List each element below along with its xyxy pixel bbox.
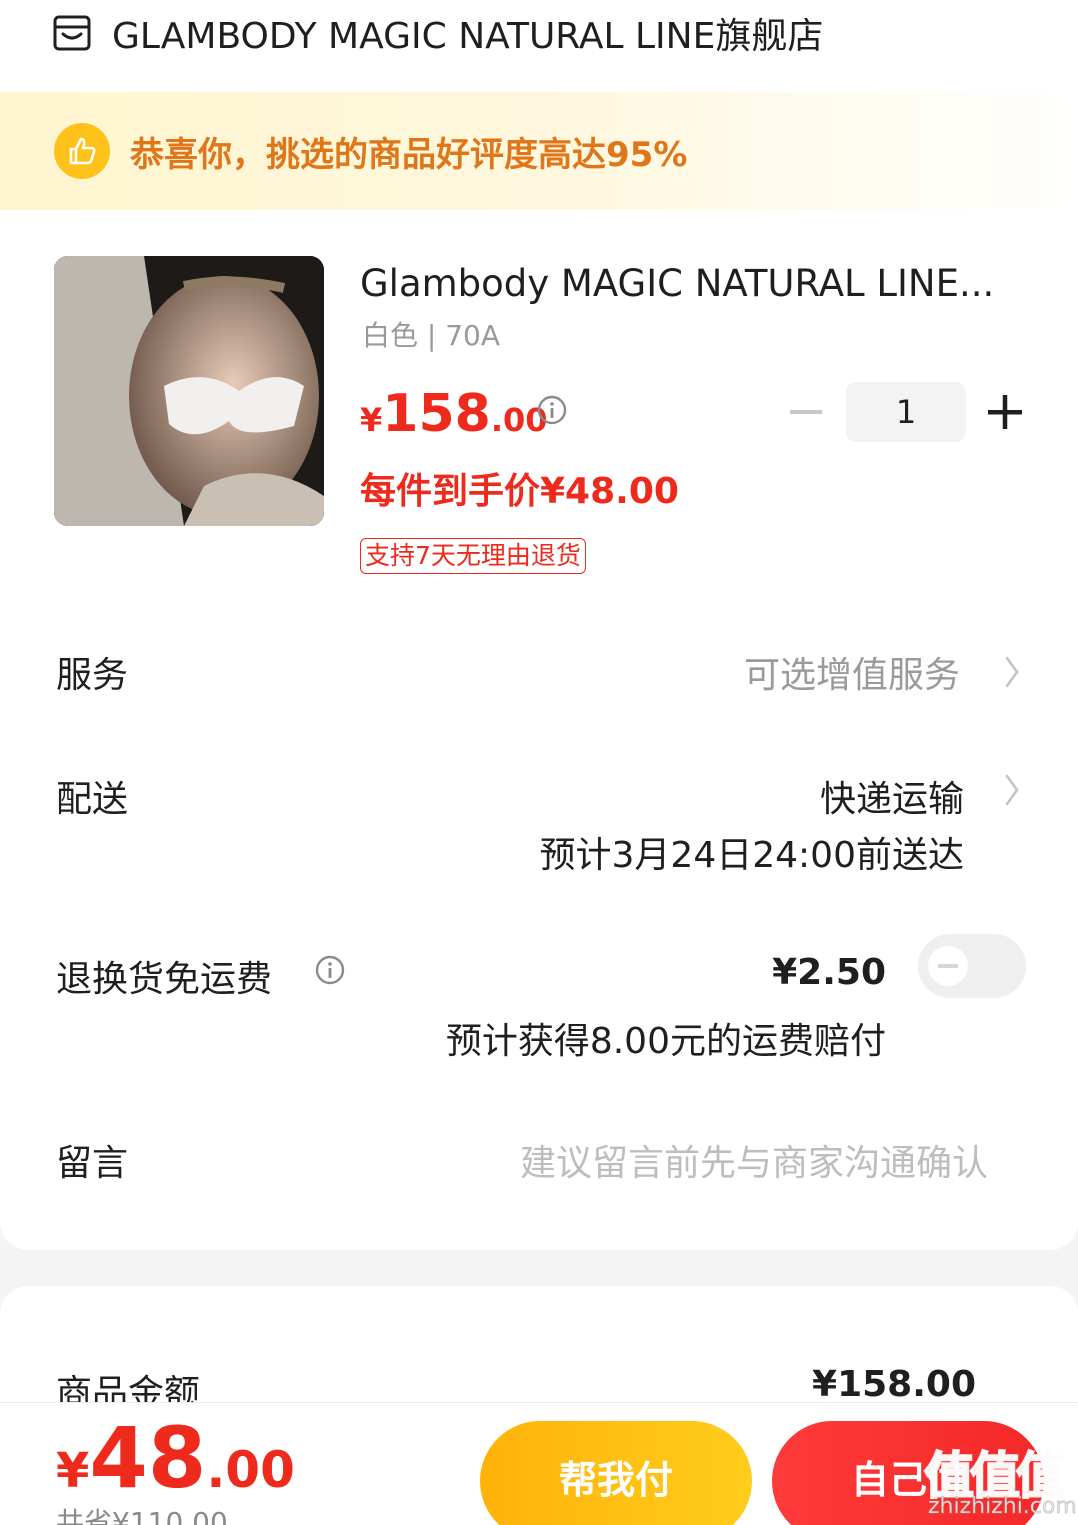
delivery-label: 配送: [56, 779, 129, 820]
rating-banner-text: 恭喜你，挑选的商品好评度高达95%: [130, 134, 688, 175]
net-price: 每件到手价¥48.00: [360, 471, 679, 512]
return-shipping-note: 预计获得8.00元的运费赔付: [445, 1021, 886, 1062]
total-integer: 48: [89, 1409, 207, 1507]
quantity-decrease-button[interactable]: [786, 396, 826, 428]
order-card: GLAMBODY MAGIC NATURAL LINE旗舰店 恭喜你，挑选的商品…: [0, 0, 1078, 1250]
return-shipping-label: 退换货免运费: [56, 959, 273, 1000]
product-image[interactable]: [54, 256, 324, 526]
chevron-right-icon[interactable]: [1002, 654, 1022, 690]
help-me-pay-button[interactable]: 帮我付: [480, 1421, 752, 1525]
return-shipping-price: ¥2.50: [772, 952, 886, 993]
quantity-increase-button[interactable]: [984, 392, 1026, 432]
total-decimal: .00: [206, 1441, 295, 1499]
total-price: ¥48.00: [56, 1409, 295, 1507]
thumbs-up-icon: [54, 123, 110, 179]
minus-icon: [790, 410, 822, 414]
return-shipping-toggle[interactable]: [918, 934, 1026, 998]
message-input[interactable]: 建议留言前先与商家沟通确认: [520, 1134, 988, 1186]
quantity-input[interactable]: 1: [846, 382, 966, 442]
return-policy-badge: 支持7天无理由退货: [360, 538, 586, 574]
delivery-method[interactable]: 快递运输: [820, 770, 964, 822]
product-spec[interactable]: 白色 | 70A: [362, 314, 500, 354]
toggle-knob: [928, 946, 968, 986]
service-label: 服务: [56, 655, 129, 696]
goods-amount-value: ¥158.00: [812, 1364, 976, 1405]
total-saved: 共省¥110.00: [56, 1506, 228, 1525]
delivery-eta: 预计3月24日24:00前送达: [539, 835, 964, 876]
rating-banner: 恭喜你，挑选的商品好评度高达95%: [0, 92, 1078, 210]
store-icon: [53, 15, 91, 51]
service-value[interactable]: 可选增值服务: [744, 646, 960, 698]
shop-name: GLAMBODY MAGIC NATURAL LINE旗舰店: [112, 16, 824, 57]
price-integer: 158: [382, 384, 491, 444]
price-info-icon[interactable]: [536, 394, 568, 426]
product-price: ¥158.00: [360, 384, 548, 444]
info-icon[interactable]: [314, 954, 346, 986]
chevron-right-icon[interactable]: [1002, 772, 1022, 808]
total-currency: ¥: [56, 1443, 90, 1499]
product-title[interactable]: Glambody MAGIC NATURAL LINE...: [360, 262, 1000, 305]
shop-header[interactable]: GLAMBODY MAGIC NATURAL LINE旗舰店: [52, 8, 823, 58]
checkout-bar: ¥48.00 共省¥110.00 帮我付 自己付: [0, 1402, 1078, 1525]
price-currency: ¥: [360, 401, 383, 439]
message-label: 留言: [56, 1143, 129, 1184]
watermark-url: zhizhizhi.com: [928, 1494, 1077, 1520]
plus-icon: [988, 395, 1022, 429]
